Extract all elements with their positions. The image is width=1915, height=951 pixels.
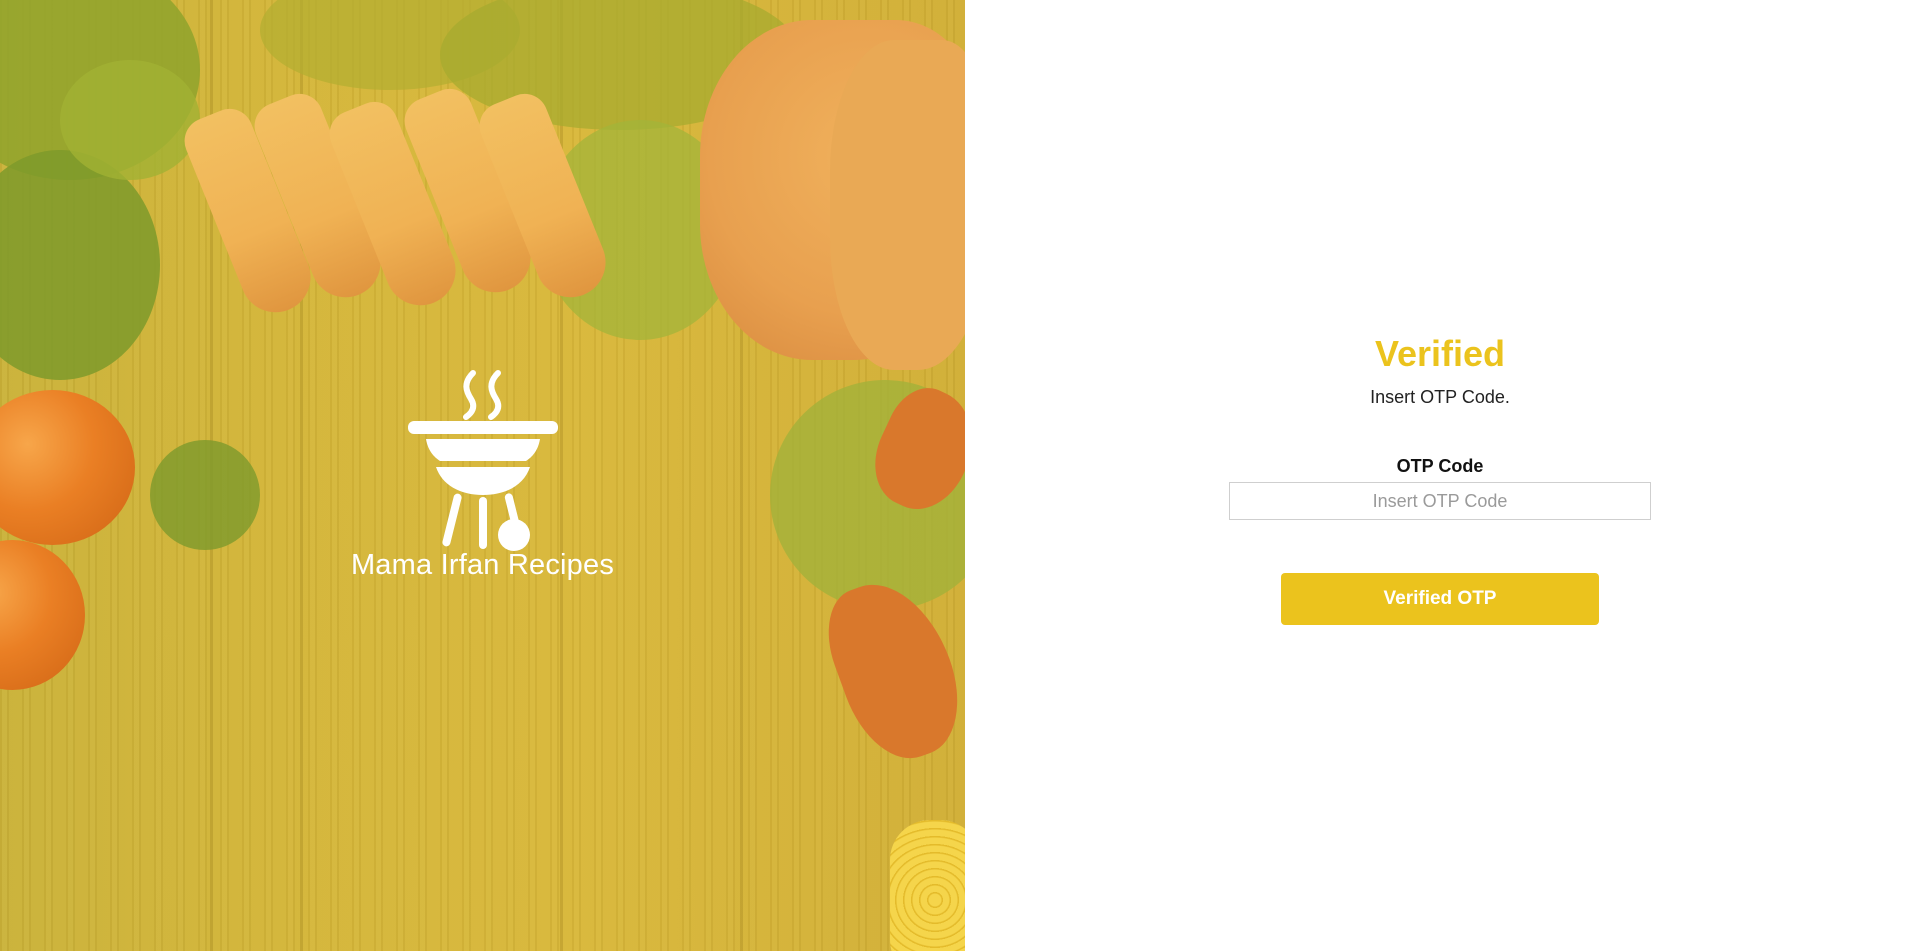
form-panel: Verified Insert OTP Code. OTP Code Verif… [965, 0, 1915, 951]
page-title: Verified [1374, 333, 1506, 374]
grill-icon [407, 370, 558, 551]
otp-field-group: OTP Code [965, 454, 1915, 520]
herb-leaves [150, 440, 260, 550]
corn [890, 820, 965, 951]
otp-label: OTP Code [1396, 456, 1484, 476]
steak [830, 40, 965, 370]
otp-form: Verified Insert OTP Code. OTP Code Verif… [965, 330, 1915, 625]
otp-verification-page: Mama Irfan Recipes Verified Insert OTP C… [0, 0, 1915, 951]
verify-otp-button[interactable]: Verified OTP [1281, 573, 1599, 625]
otp-input[interactable] [1229, 482, 1651, 520]
page-subtitle: Insert OTP Code. [1370, 387, 1510, 407]
hero-panel: Mama Irfan Recipes [0, 0, 965, 951]
brand-logo: Mama Irfan Recipes [340, 365, 625, 582]
herb-leaves [60, 60, 200, 180]
brand-name: Mama Irfan Recipes [350, 549, 615, 581]
